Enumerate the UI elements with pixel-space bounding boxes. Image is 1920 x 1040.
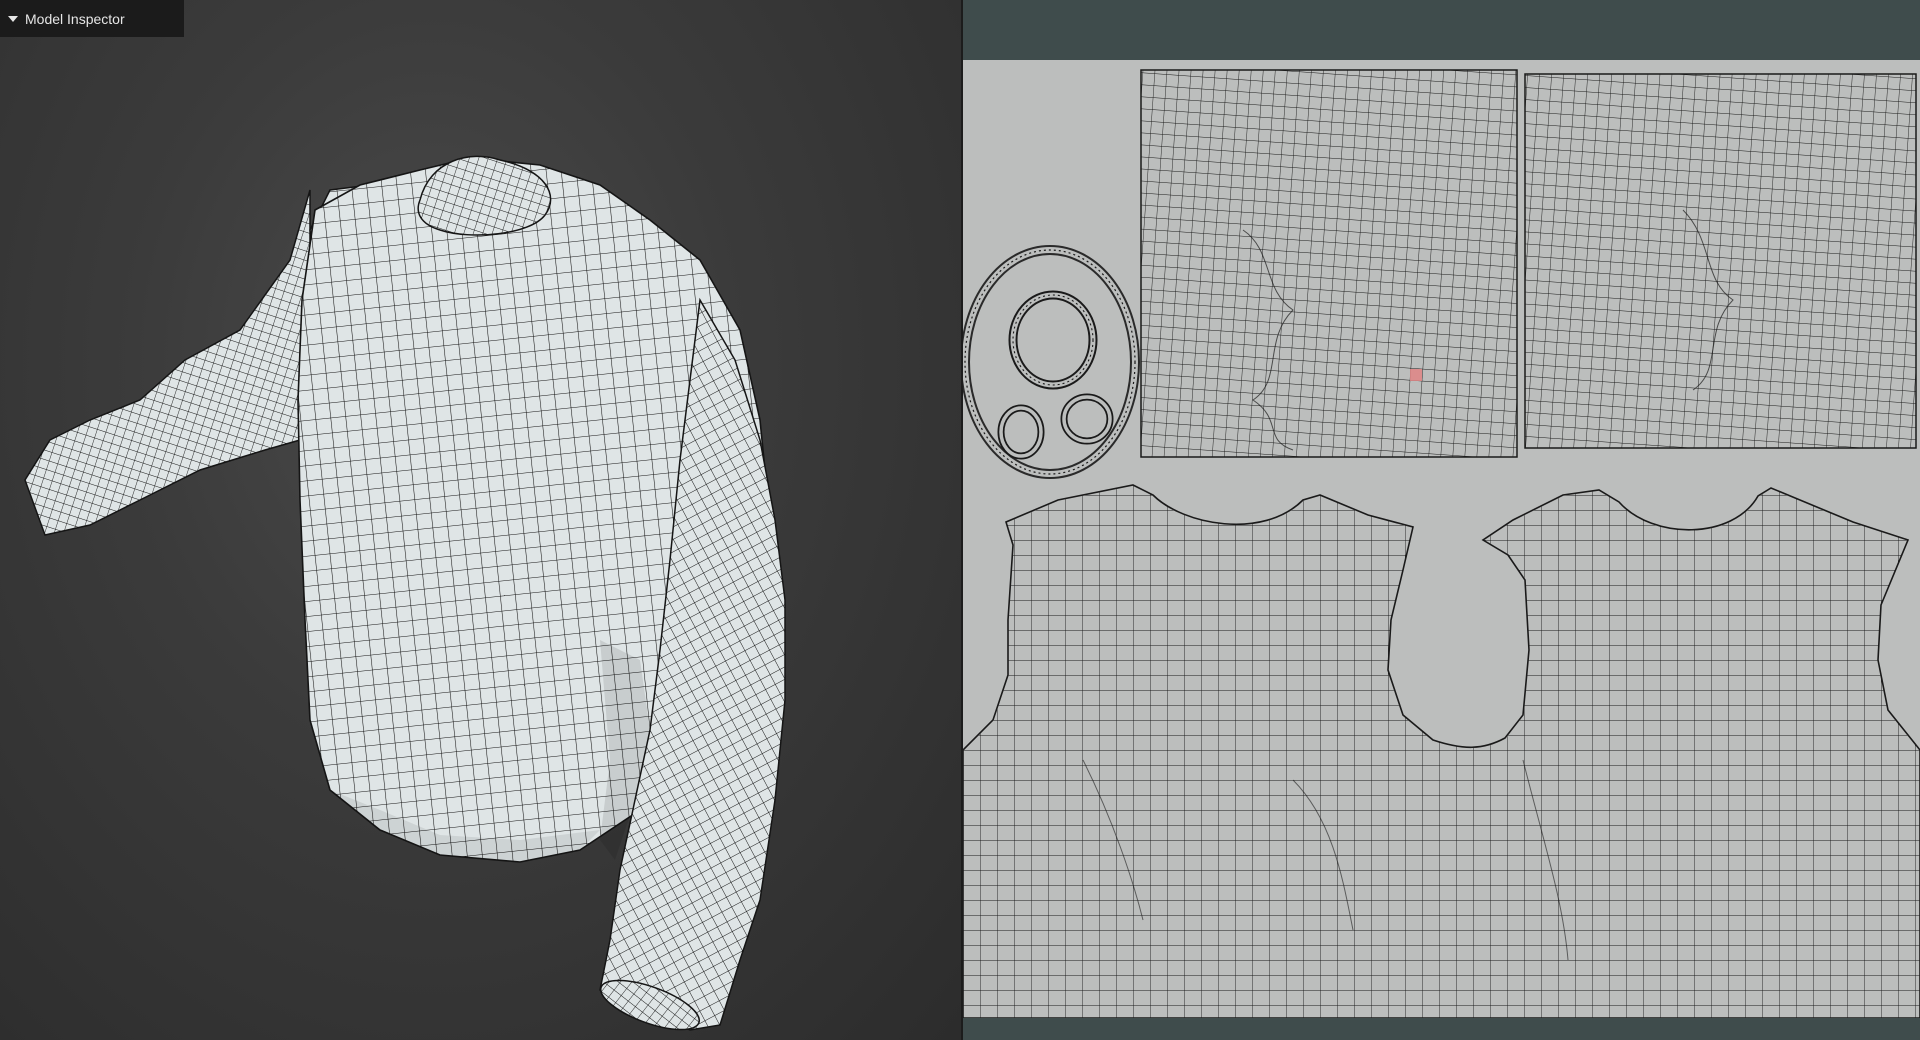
triangle-down-icon <box>8 15 18 22</box>
uv-editor-footer <box>963 1018 1920 1040</box>
uv-island-sleeve-right <box>1524 73 1917 449</box>
uv-editor[interactable] <box>963 0 1920 1040</box>
uv-island-sleeve-left <box>1140 69 1518 458</box>
3d-viewport[interactable]: Model Inspector <box>0 0 961 1040</box>
sweater-3d-mesh <box>24 155 786 1031</box>
left-sleeve <box>24 189 311 536</box>
uv-editor-header <box>963 0 1920 60</box>
model-inspector-title: Model Inspector <box>25 10 125 27</box>
uv-selected-face <box>1410 369 1422 381</box>
uv-island-body <box>963 484 1920 1018</box>
app-window: Model Inspector <box>0 0 1920 1040</box>
uv-layout <box>963 69 1920 1018</box>
model-inspector-toggle[interactable]: Model Inspector <box>0 0 184 37</box>
uv-canvas[interactable] <box>963 60 1920 1018</box>
